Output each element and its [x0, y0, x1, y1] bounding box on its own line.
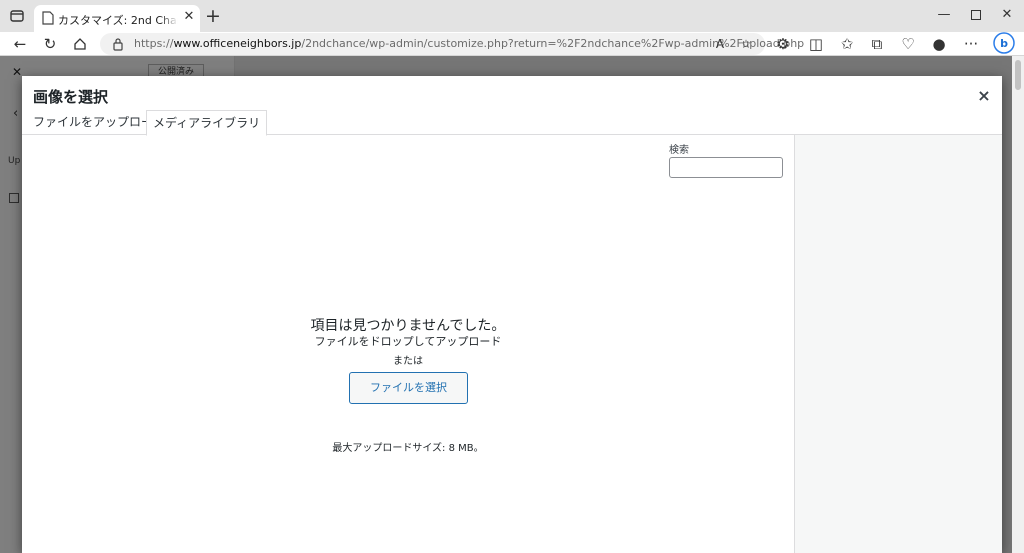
browser-tab-bar: カスタマイズ: 2nd Chance Official W ✕ + — ✕	[0, 0, 1024, 32]
read-aloud-icon[interactable]: A	[710, 34, 730, 54]
search-input[interactable]	[669, 157, 783, 178]
tab-media-library[interactable]: メディアライブラリ	[146, 110, 268, 136]
favorites-icon[interactable]: ✩	[837, 34, 857, 54]
media-library-content: 検索 項目は見つかりませんでした。 ファイルをドロップしてアップロード または …	[22, 135, 794, 553]
more-icon[interactable]: ···	[961, 34, 981, 54]
address-bar[interactable]: https://www.officeneighbors.jp/2ndchance…	[100, 33, 804, 55]
favorite-icon[interactable]: ☆	[736, 34, 756, 54]
health-icon[interactable]: ♡	[898, 34, 918, 54]
empty-state: 項目は見つかりませんでした。 ファイルをドロップしてアップロード または	[212, 317, 604, 369]
new-tab-plus-icon[interactable]: +	[204, 6, 222, 26]
maximize-icon[interactable]	[966, 6, 986, 24]
page-icon	[42, 11, 54, 25]
home-icon[interactable]	[70, 34, 90, 54]
search-label: 検索	[669, 145, 689, 156]
drop-instructions: ファイルをドロップしてアップロード	[314, 335, 502, 348]
media-modal: 画像を選択 × ファイルをアップロード メディアライブラリ 検索 項目は見つかり…	[22, 76, 1002, 553]
bing-icon[interactable]: b	[993, 32, 1015, 54]
modal-tabs: ファイルをアップロード メディアライブラリ	[22, 110, 1002, 136]
refresh-icon[interactable]: ↻	[40, 34, 60, 54]
profile-icon[interactable]: ●	[929, 34, 949, 54]
back-icon[interactable]: ←	[10, 34, 30, 54]
svg-text:b: b	[1000, 37, 1008, 50]
modal-close-icon[interactable]: ×	[974, 86, 994, 106]
browser-toolbar: ← ↻ https://www.officeneighbors.jp/2ndch…	[0, 32, 1024, 56]
close-tab-icon[interactable]: ✕	[182, 10, 196, 24]
or-text: または	[393, 356, 423, 367]
url-text: https://www.officeneighbors.jp/2ndchance…	[134, 37, 805, 50]
browser-tab[interactable]: カスタマイズ: 2nd Chance Official W ✕	[34, 5, 200, 32]
minimize-icon[interactable]: —	[934, 6, 954, 24]
max-upload-size: 最大アップロードサイズ: 8 MB。	[332, 443, 484, 454]
browser-tab-title: カスタマイズ: 2nd Chance Official W	[58, 12, 178, 27]
tab-actions-icon[interactable]	[8, 7, 26, 25]
split-screen-icon[interactable]: ◫	[806, 34, 826, 54]
close-window-icon[interactable]: ✕	[997, 6, 1017, 24]
page-scrollbar[interactable]	[1012, 56, 1024, 553]
attachment-details-sidebar	[794, 135, 1002, 553]
modal-title: 画像を選択	[33, 88, 109, 106]
empty-heading: 項目は見つかりませんでした。	[310, 318, 506, 334]
collections-icon[interactable]: ⧉	[867, 34, 887, 54]
select-files-button[interactable]: ファイルを選択	[349, 372, 468, 404]
scrollbar-thumb[interactable]	[1015, 60, 1021, 90]
extensions-icon[interactable]: ⚙	[773, 34, 793, 54]
lock-icon[interactable]	[112, 37, 124, 51]
